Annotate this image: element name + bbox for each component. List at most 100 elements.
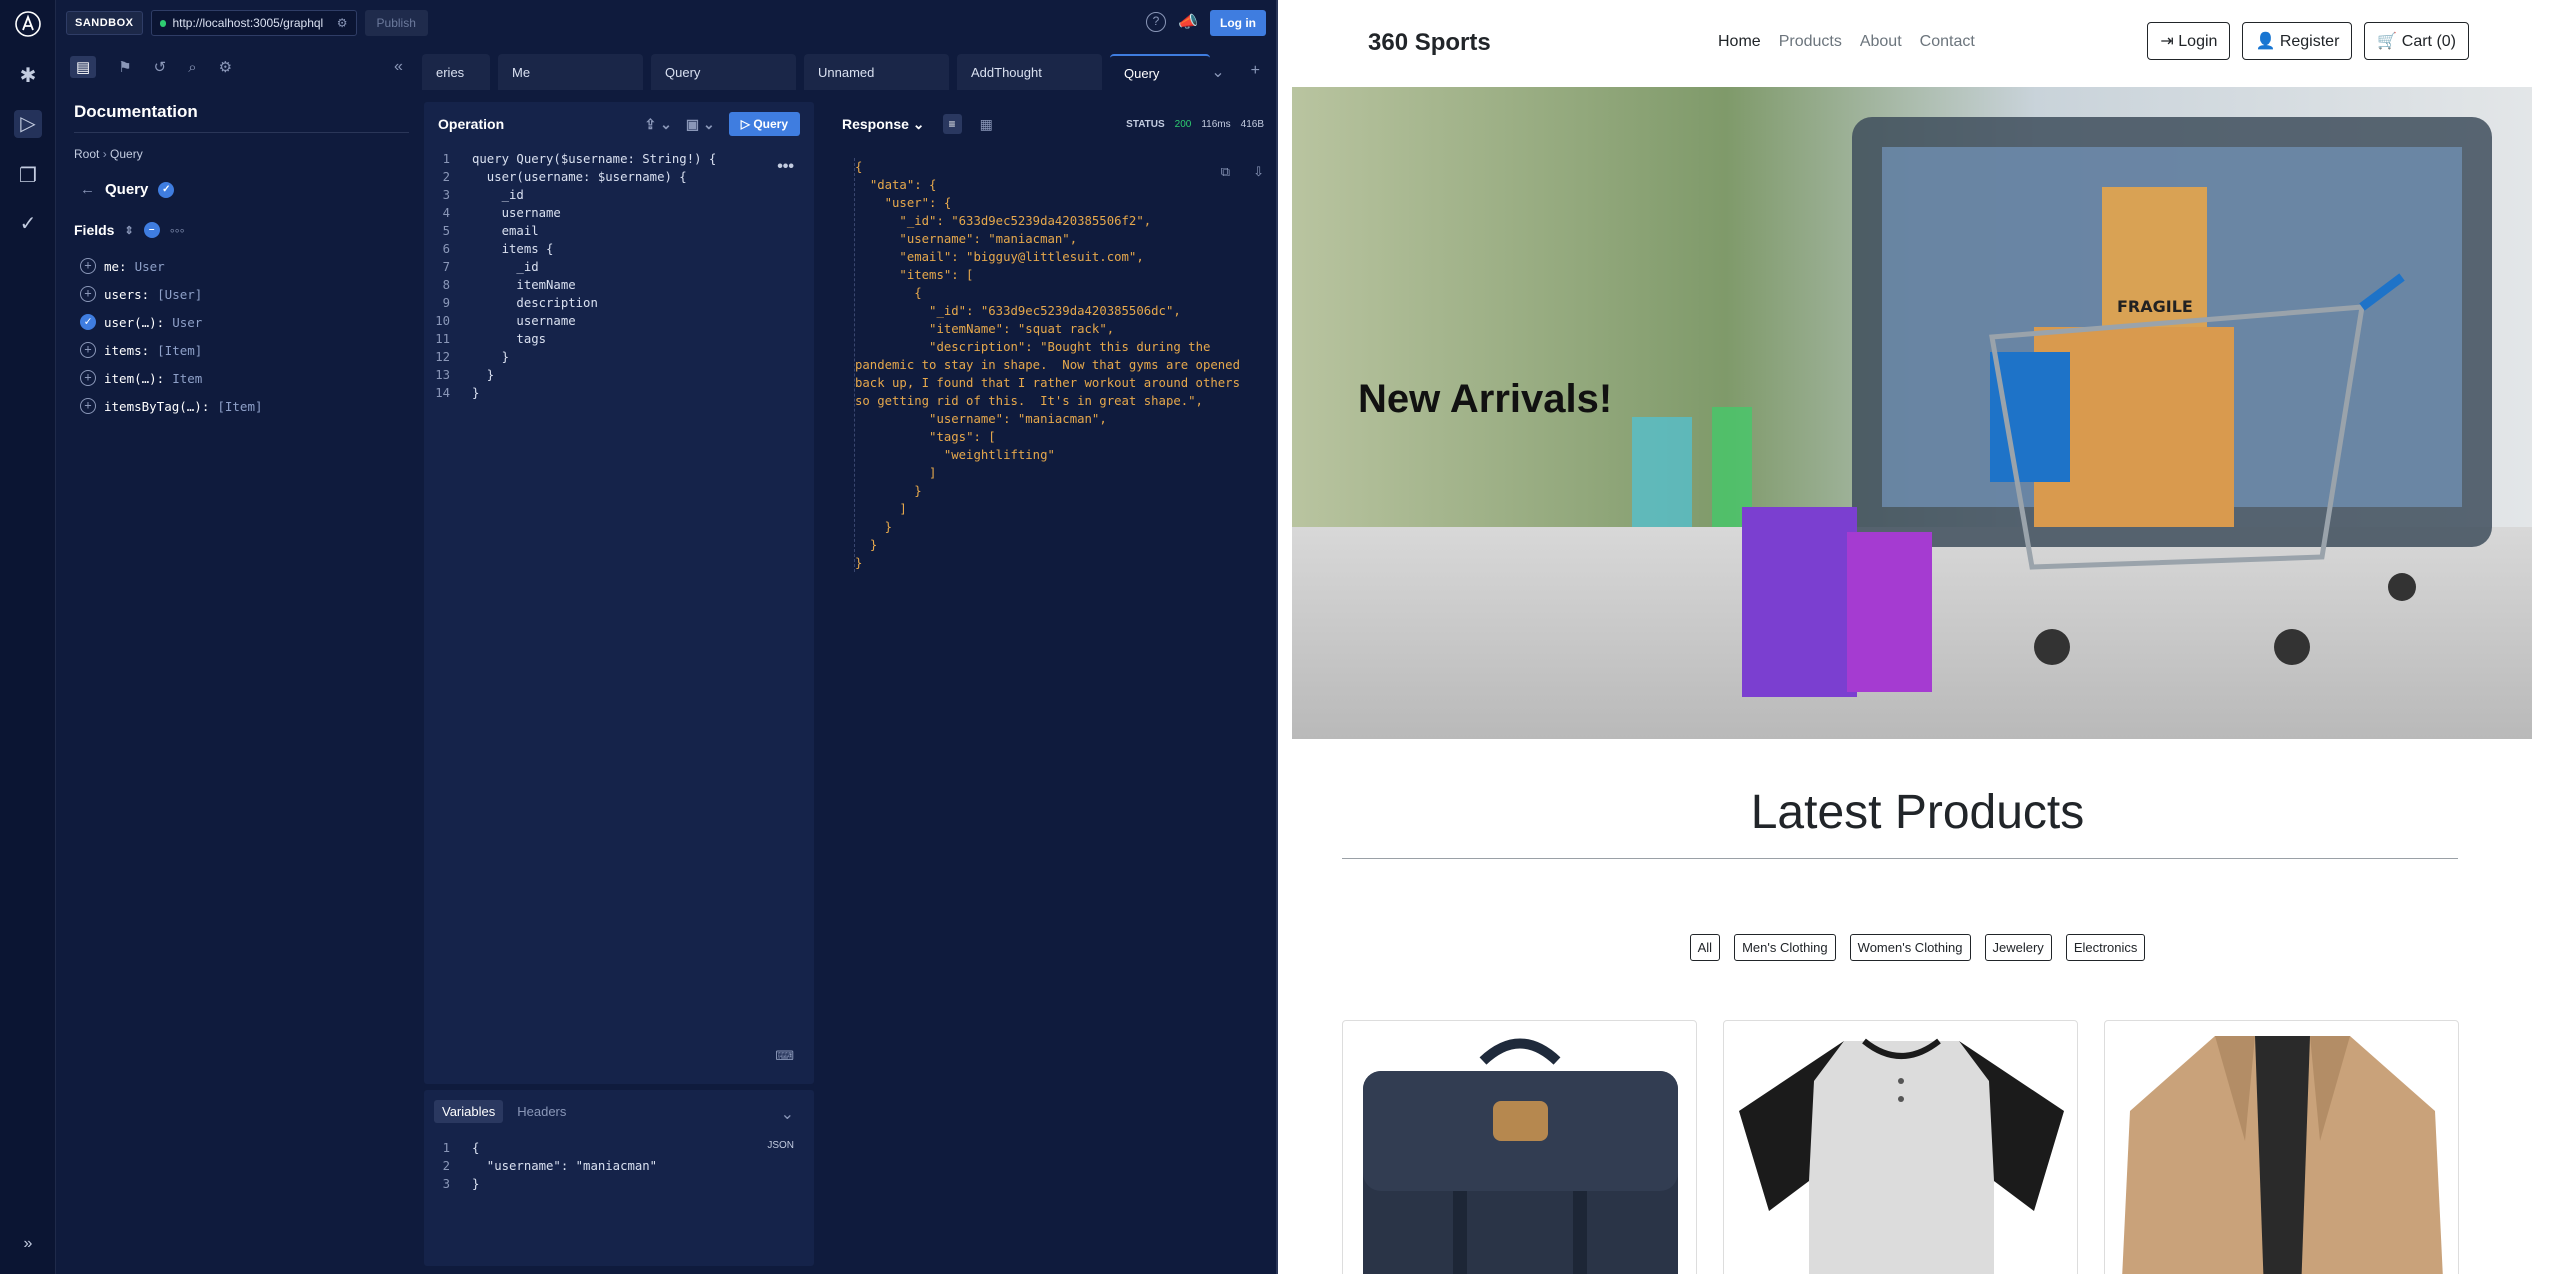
line-number: 13 xyxy=(435,368,450,382)
field-item[interactable]: + itemsByTag(…): [Item] xyxy=(80,392,426,420)
line-number: 2 xyxy=(442,170,450,184)
nav-products[interactable]: Products xyxy=(1779,33,1842,51)
field-add-icon[interactable]: + xyxy=(80,258,96,274)
log-in-button[interactable]: Log in xyxy=(1210,10,1266,36)
documentation-tab-icon[interactable]: ▤ xyxy=(70,56,97,78)
run-query-button[interactable]: ▷ Query xyxy=(728,112,800,136)
settings-icon[interactable]: ⚙ xyxy=(337,16,348,30)
chevron-down-icon[interactable]: ⌄ xyxy=(1211,62,1224,82)
tab-me[interactable]: Me xyxy=(498,54,643,90)
brand-logo[interactable]: 360 Sports xyxy=(1368,29,1491,57)
field-item[interactable]: + users: [User] xyxy=(80,280,426,308)
tab-variables[interactable]: Variables xyxy=(434,1100,504,1123)
breadcrumb-root[interactable]: Root xyxy=(74,147,99,161)
gear-icon[interactable]: ⚙ xyxy=(219,58,232,76)
product-card[interactable] xyxy=(1342,1020,1697,1274)
filter-womens-clothing[interactable]: Women's Clothing xyxy=(1849,934,1971,961)
copy-response-icon[interactable]: ⧉ xyxy=(1221,164,1230,180)
code-text: items { xyxy=(472,242,554,256)
back-arrow-icon[interactable]: ← xyxy=(80,181,95,198)
help-icon[interactable]: ? xyxy=(1146,12,1166,32)
notifications-icon[interactable]: 📣 xyxy=(1178,12,1198,32)
field-item[interactable]: ✓ user(…): User xyxy=(80,308,426,336)
field-type[interactable]: User xyxy=(172,315,202,330)
nav-home[interactable]: Home xyxy=(1718,33,1761,51)
sort-icon[interactable]: ⇕ xyxy=(124,224,133,237)
field-add-icon[interactable]: + xyxy=(80,370,96,386)
more-icon[interactable]: ◦◦◦ xyxy=(170,222,185,238)
add-tab-icon[interactable]: + xyxy=(1251,62,1260,82)
endpoint-url-field[interactable]: http://localhost:3005/graphql ⚙ xyxy=(150,10,357,36)
field-type[interactable]: [Item] xyxy=(217,399,262,414)
search-icon[interactable]: ⌕ xyxy=(188,59,196,76)
fields-label: Fields xyxy=(74,222,115,238)
response-status: STATUS 200 116ms 416B xyxy=(1126,119,1264,130)
share-icon[interactable]: ⇪ ⌄ xyxy=(645,116,672,133)
tab-headers[interactable]: Headers xyxy=(513,1100,570,1123)
register-button[interactable]: 👤 Register xyxy=(2242,22,2353,60)
cart-button[interactable]: 🛒 Cart (0) xyxy=(2364,22,2469,60)
tab-query-active[interactable]: Query xyxy=(1110,54,1210,90)
checks-icon[interactable]: ✓ xyxy=(14,210,42,238)
field-item[interactable]: + item(…): Item xyxy=(80,364,426,392)
field-name: me: xyxy=(104,258,127,274)
keyboard-icon[interactable]: ⌨ xyxy=(775,1048,794,1064)
response-panel: Response ⌄ ≡ ▦ STATUS 200 116ms 416B ⧉ ⇩… xyxy=(830,102,1270,1262)
field-type[interactable]: Item xyxy=(172,371,202,386)
schema-icon[interactable]: ✱ xyxy=(14,62,42,90)
docs-icon[interactable]: ❐ xyxy=(14,162,42,190)
json-view-icon[interactable]: ≡ xyxy=(942,114,962,134)
field-type[interactable]: [User] xyxy=(157,287,202,302)
line-number: 4 xyxy=(442,206,450,220)
explorer-icon[interactable]: ▷ xyxy=(14,110,42,138)
field-selected-icon[interactable]: ✓ xyxy=(80,314,96,330)
variables-editor[interactable]: 1{2 "username": "maniacman" 3} xyxy=(424,1139,814,1193)
tab-unnamed[interactable]: Unnamed xyxy=(804,54,949,90)
response-title[interactable]: Response ⌄ xyxy=(842,116,925,133)
line-number: 1 xyxy=(442,152,450,166)
tab-addthought[interactable]: AddThought xyxy=(957,54,1102,90)
shop-page: 360 Sports Home Products About Contact ⇥… xyxy=(1278,0,2557,1274)
publish-button[interactable]: Publish xyxy=(364,10,428,36)
product-card[interactable] xyxy=(1723,1020,2078,1274)
expand-rail-icon[interactable]: » xyxy=(14,1230,42,1258)
selected-check-icon: ✓ xyxy=(158,181,175,198)
bookmark-icon[interactable]: ⚑ xyxy=(118,58,131,76)
field-add-icon[interactable]: + xyxy=(80,342,96,358)
line-number: 5 xyxy=(442,224,450,238)
field-type[interactable]: User xyxy=(135,259,165,274)
tab-eries[interactable]: eries xyxy=(422,54,490,90)
tab-query[interactable]: Query xyxy=(651,54,796,90)
product-card[interactable] xyxy=(2104,1020,2459,1274)
filter-mens-clothing[interactable]: Men's Clothing xyxy=(1734,934,1836,961)
editor-more-icon[interactable]: ••• xyxy=(777,158,794,176)
operation-editor[interactable]: 1 query Query($username: String!) {2 user… xyxy=(424,150,814,402)
type-title: ← Query ✓ xyxy=(80,181,426,198)
field-add-icon[interactable]: + xyxy=(80,398,96,414)
table-view-icon[interactable]: ▦ xyxy=(980,116,993,133)
sandbox-badge: SANDBOX xyxy=(66,11,143,35)
nav-contact[interactable]: Contact xyxy=(1920,33,1975,51)
field-type[interactable]: [Item] xyxy=(157,343,202,358)
filter-all[interactable]: All xyxy=(1689,934,1721,961)
collapse-docs-icon[interactable]: « xyxy=(394,58,403,76)
save-icon[interactable]: ▣ ⌄ xyxy=(686,116,715,133)
field-item[interactable]: + items: [Item] xyxy=(80,336,426,364)
download-response-icon[interactable]: ⇩ xyxy=(1253,164,1264,180)
top-bar: SANDBOX http://localhost:3005/graphql ⚙ … xyxy=(56,0,1276,46)
nav-about[interactable]: About xyxy=(1860,33,1902,51)
code-line: 12 } xyxy=(424,348,814,366)
history-icon[interactable]: ↺ xyxy=(154,58,167,76)
breadcrumb: Root › Query xyxy=(74,147,143,161)
apollo-logo-icon[interactable] xyxy=(14,10,42,38)
login-button[interactable]: ⇥ Login xyxy=(2147,22,2231,60)
collapse-variables-icon[interactable]: ⌄ xyxy=(781,1104,794,1124)
field-name: user(…): xyxy=(104,314,165,330)
field-item[interactable]: + me: User xyxy=(80,252,426,280)
filter-electronics[interactable]: Electronics xyxy=(2065,934,2146,961)
field-add-icon[interactable]: + xyxy=(80,286,96,302)
deselect-all-icon[interactable]: – xyxy=(143,222,160,238)
login-label: Login xyxy=(2178,33,2218,50)
code-line: 1{ xyxy=(424,1139,814,1157)
filter-jewelery[interactable]: Jewelery xyxy=(1984,934,2052,961)
